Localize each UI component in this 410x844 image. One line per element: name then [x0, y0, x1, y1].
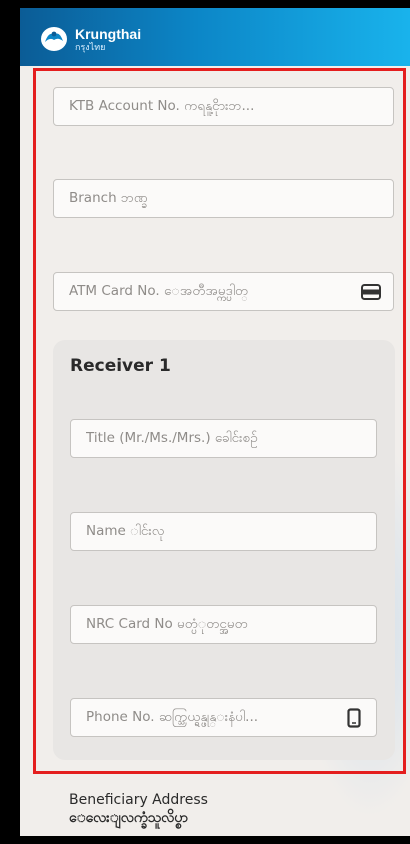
account-number-input[interactable]: KTB Account No. ကရနူ့ငိုားဘ...: [53, 87, 394, 126]
nrc-card-placeholder: NRC Card No မတ္ပံုတင္အမတ: [86, 615, 248, 632]
nrc-card-input[interactable]: NRC Card No မတ္ပံုတင္အမတ: [70, 605, 377, 644]
phone-number-placeholder: Phone No. ဆက္သြယ္ရန္ဖုန္းနံပါ...: [86, 708, 259, 725]
card-icon[interactable]: [359, 280, 383, 304]
receiver-title-input[interactable]: Title (Mr./Ms./Mrs.) ခေါင်းစဥ်: [70, 419, 377, 458]
app-header: Krungthai กรุงไทย: [20, 8, 410, 66]
receiver-title-placeholder: Title (Mr./Ms./Mrs.) ခေါင်းစဥ်: [86, 429, 258, 446]
beneficiary-address-sublabel: ေလေးျလက္ခံသူလိပ္စာ: [69, 810, 188, 826]
beneficiary-address-label: Beneficiary Address: [69, 792, 208, 808]
receiver-name-input[interactable]: Name ါင်းလု: [70, 512, 377, 551]
krungthai-logo: Krungthai กรุงไทย: [40, 24, 141, 54]
phone-icon[interactable]: [342, 706, 366, 730]
account-number-placeholder: KTB Account No. ကရနူ့ငိုားဘ...: [69, 97, 255, 114]
atm-card-placeholder: ATM Card No. ေအတီအမ္ကဒ္ပါတ္: [69, 282, 249, 299]
logo-title: Krungthai: [75, 25, 142, 42]
receiver-title: Receiver 1: [70, 356, 171, 376]
branch-placeholder: Branch ဘဏ္ခ: [69, 189, 148, 206]
krungthai-logo-icon: [41, 27, 67, 51]
receiver-name-placeholder: Name ါင်းလု: [86, 522, 165, 539]
logo-subtitle: กรุงไทย: [75, 41, 106, 52]
phone-frame: Krungthai กรุงไทย KTB Account No. ကရနူ့င…: [0, 0, 410, 844]
phone-number-input[interactable]: Phone No. ဆက္သြယ္ရန္ဖုန္းနံပါ...: [70, 698, 377, 737]
branch-input[interactable]: Branch ဘဏ္ခ: [53, 179, 394, 218]
atm-card-input[interactable]: ATM Card No. ေအတီအမ္ကဒ္ပါတ္: [53, 272, 394, 311]
